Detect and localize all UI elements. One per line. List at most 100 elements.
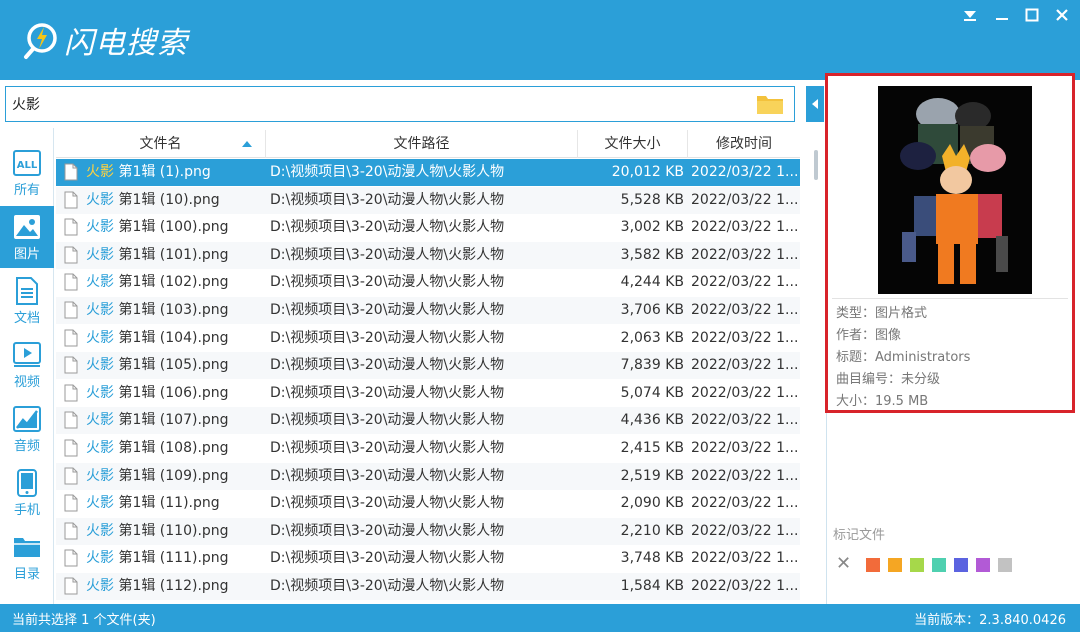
sidebar-item-directory[interactable]: 目录 (0, 526, 54, 588)
cell-file-name: 火影 第1辑 (106).png (86, 380, 264, 407)
file-icon (64, 522, 78, 540)
sidebar-item-label: 图片 (13, 246, 40, 262)
color-tag-swatch[interactable] (910, 558, 924, 572)
table-row[interactable]: 火影 第1辑 (104).png D:\视频项目\3-20\动漫人物\火影人物 2,… (56, 325, 800, 352)
cell-file-name: 火影 第1辑 (102).png (86, 269, 264, 296)
maximize-icon (1025, 8, 1039, 22)
file-icon (64, 246, 78, 264)
sidebar-item-images[interactable]: 图片 (0, 206, 54, 268)
clear-tag-icon[interactable]: ✕ (836, 554, 851, 574)
column-header-path[interactable]: 文件路径 (266, 130, 578, 158)
cell-file-path: D:\视频项目\3-20\动漫人物\火影人物 (270, 495, 505, 512)
keyword-highlight: 火影 (86, 302, 114, 318)
color-tag-swatch[interactable] (932, 558, 946, 572)
sidebar-item-documents[interactable]: 文档 (0, 270, 54, 332)
color-tag-swatch[interactable] (998, 558, 1012, 572)
cell-file-path: D:\视频项目\3-20\动漫人物\火影人物 (270, 412, 505, 429)
table-row[interactable]: 火影 第1辑 (102).png D:\视频项目\3-20\动漫人物\火影人物 4,… (56, 269, 800, 296)
menu-dropdown-button[interactable] (958, 4, 982, 26)
file-name-rest: 第1辑 (100).png (114, 219, 229, 236)
sidebar-item-phone[interactable]: 手机 (0, 462, 54, 524)
close-button[interactable] (1050, 4, 1074, 26)
sidebar-item-audio[interactable]: 音频 (0, 398, 54, 460)
color-tag-swatch[interactable] (888, 558, 902, 572)
cell-file-size: 3,002 KB (620, 219, 684, 236)
sidebar-item-all[interactable]: ALL 所有 (0, 142, 54, 204)
keyword-highlight: 火影 (86, 467, 114, 484)
table-row[interactable]: 火影 第1辑 (109).png D:\视频项目\3-20\动漫人物\火影人物 2,… (56, 462, 800, 490)
sidebar-item-label: 音频 (13, 438, 40, 454)
sort-ascending-icon (242, 141, 252, 147)
file-name-rest: 第1辑 (106).png (114, 384, 229, 401)
table-row[interactable]: 火影 第1辑 (1).png D:\视频项目\3-20\动漫人物\火影人物 20,0… (56, 159, 800, 186)
app-title: 闪电搜索 (64, 26, 188, 61)
cell-file-size: 2,063 KB (620, 329, 684, 346)
cell-file-name: 火影 第1辑 (104).png (86, 325, 264, 352)
cell-file-size: 2,415 KB (620, 440, 684, 456)
table-row[interactable]: 火影 第1辑 (110).png D:\视频项目\3-20\动漫人物\火影人物 2,… (56, 517, 800, 545)
table-row[interactable]: 火影 第1辑 (111).png D:\视频项目\3-20\动漫人物\火影人物 3,… (56, 545, 800, 572)
keyword-highlight: 火影 (86, 440, 114, 456)
cell-file-size: 3,582 KB (620, 246, 684, 263)
document-icon (13, 276, 41, 305)
color-tag-swatch[interactable] (954, 558, 968, 572)
cell-file-path: D:\视频项目\3-20\动漫人物\火影人物 (270, 191, 505, 208)
color-tag-swatch[interactable] (866, 558, 880, 572)
file-name-rest: 第1辑 (108).png (114, 440, 229, 456)
table-row[interactable]: 火影 第1辑 (105).png D:\视频项目\3-20\动漫人物\火影人物 7,… (56, 352, 800, 380)
cell-file-size: 5,074 KB (620, 384, 684, 401)
column-header-size[interactable]: 文件大小 (578, 130, 688, 158)
cell-file-name: 火影 第1辑 (101).png (86, 242, 264, 269)
file-icon (64, 549, 78, 567)
cell-file-path: D:\视频项目\3-20\动漫人物\火影人物 (270, 302, 505, 318)
search-input[interactable] (5, 86, 795, 122)
table-row[interactable]: 火影 第1辑 (101).png D:\视频项目\3-20\动漫人物\火影人物 3,… (56, 241, 800, 269)
table-row[interactable]: 火影 第1辑 (108).png D:\视频项目\3-20\动漫人物\火影人物 2,… (56, 435, 800, 462)
color-tag-swatch[interactable] (976, 558, 990, 572)
file-icon (64, 439, 78, 457)
keyword-highlight: 火影 (86, 274, 114, 291)
file-name-rest: 第1辑 (1).png (114, 164, 211, 180)
browse-folder-button[interactable] (756, 92, 784, 116)
file-icon (64, 163, 78, 181)
tag-files-label: 标记文件 (833, 528, 886, 543)
cell-modified-time: 2022/03/22 1... (691, 467, 799, 484)
dropdown-icon (964, 11, 976, 21)
minimize-button[interactable] (990, 4, 1014, 26)
all-icon: ALL (13, 149, 41, 177)
table-row[interactable]: 火影 第1辑 (103).png D:\视频项目\3-20\动漫人物\火影人物 3,… (56, 297, 800, 324)
keyword-highlight: 火影 (86, 329, 114, 346)
vertical-scrollbar[interactable] (814, 150, 818, 180)
keyword-highlight: 火影 (86, 357, 114, 374)
meta-author: 作者：图像 (836, 328, 902, 343)
phone-icon (13, 468, 41, 497)
sidebar-item-label: 所有 (13, 182, 40, 198)
keyword-highlight: 火影 (86, 219, 114, 236)
sidebar-item-label: 目录 (13, 566, 40, 582)
cell-modified-time: 2022/03/22 1... (691, 274, 799, 291)
cell-file-path: D:\视频项目\3-20\动漫人物\火影人物 (270, 246, 505, 263)
maximize-button[interactable] (1020, 4, 1044, 26)
cell-modified-time: 2022/03/22 1... (691, 412, 799, 429)
sidebar-item-videos[interactable]: 视频 (0, 334, 54, 396)
column-header-modified[interactable]: 修改时间 (688, 130, 800, 158)
file-icon (64, 356, 78, 374)
table-row[interactable]: 火影 第1辑 (106).png D:\视频项目\3-20\动漫人物\火影人物 5,… (56, 380, 800, 407)
cell-file-size: 2,210 KB (620, 522, 684, 539)
keyword-highlight: 火影 (86, 191, 114, 208)
table-row[interactable]: 火影 第1辑 (107).png D:\视频项目\3-20\动漫人物\火影人物 4,… (56, 407, 800, 435)
column-header-name[interactable]: 文件名 (56, 130, 266, 158)
table-row[interactable]: 火影 第1辑 (10).png D:\视频项目\3-20\动漫人物\火影人物 5,5… (56, 186, 800, 214)
meta-type: 类型：图片格式 (836, 306, 928, 321)
table-row[interactable]: 火影 第1辑 (11).png D:\视频项目\3-20\动漫人物\火影人物 2,0… (56, 490, 800, 517)
keyword-highlight: 火影 (86, 522, 114, 539)
close-icon (1056, 9, 1068, 21)
cell-file-name: 火影 第1辑 (111).png (86, 545, 264, 572)
table-row[interactable]: 火影 第1辑 (100).png D:\视频项目\3-20\动漫人物\火影人物 3,… (56, 214, 800, 241)
table-row[interactable]: 火影 第1辑 (112).png D:\视频项目\3-20\动漫人物\火影人物 1,… (56, 573, 800, 600)
collapse-panel-button[interactable] (806, 86, 824, 122)
cell-modified-time: 2022/03/22 1... (691, 164, 799, 180)
file-icon (64, 384, 78, 402)
cell-modified-time: 2022/03/22 1... (691, 191, 799, 208)
file-icon (64, 273, 78, 291)
